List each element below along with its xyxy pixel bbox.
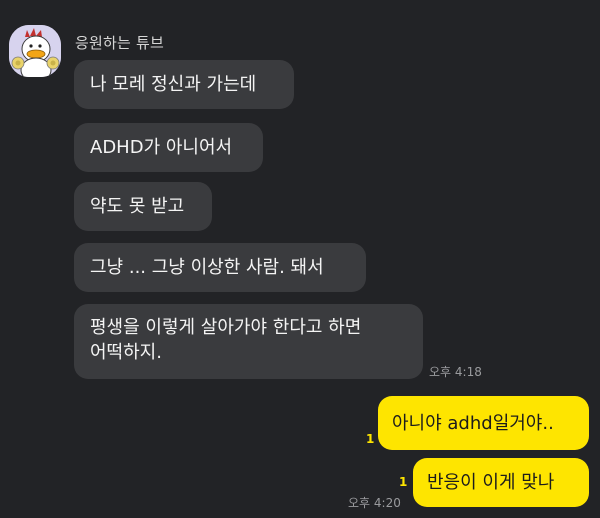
message-text-line: 어떡하지. — [90, 342, 162, 363]
message-text: 반응이 이게 맞나 — [427, 472, 555, 493]
sender-avatar[interactable] — [9, 25, 61, 77]
unread-count: 1 — [366, 432, 375, 446]
message-text: 그냥 ... 그냥 이상한 사람. 돼서 — [90, 257, 324, 278]
message-timestamp: 오후 4:18 — [429, 365, 482, 379]
incoming-message-bubble[interactable]: 나 모레 정신과 가는데 — [74, 60, 294, 109]
incoming-message-bubble[interactable]: 그냥 ... 그냥 이상한 사람. 돼서 — [74, 243, 366, 292]
message-text: 약도 못 받고 — [90, 196, 185, 217]
unread-count: 1 — [399, 475, 408, 489]
message-text-line: 평생을 이렇게 살아가야 한다고 하면 — [90, 317, 362, 338]
message-text: 아니야 adhd일거야.. — [392, 412, 554, 434]
message-text: 나 모레 정신과 가는데 — [90, 74, 257, 95]
incoming-message-bubble[interactable]: 평생을 이렇게 살아가야 한다고 하면 어떡하지. — [74, 304, 423, 379]
duck-character-icon — [9, 25, 61, 77]
incoming-message-bubble[interactable]: 약도 못 받고 — [74, 182, 212, 231]
message-timestamp: 오후 4:20 — [348, 496, 401, 510]
incoming-message-bubble[interactable]: ADHD가 아니어서 — [74, 123, 263, 172]
outgoing-message-bubble[interactable]: 아니야 adhd일거야.. — [378, 396, 589, 450]
message-text: ADHD가 아니어서 — [90, 137, 233, 158]
outgoing-message-bubble[interactable]: 반응이 이게 맞나 — [413, 458, 589, 507]
sender-name: 응원하는 튜브 — [75, 34, 164, 52]
